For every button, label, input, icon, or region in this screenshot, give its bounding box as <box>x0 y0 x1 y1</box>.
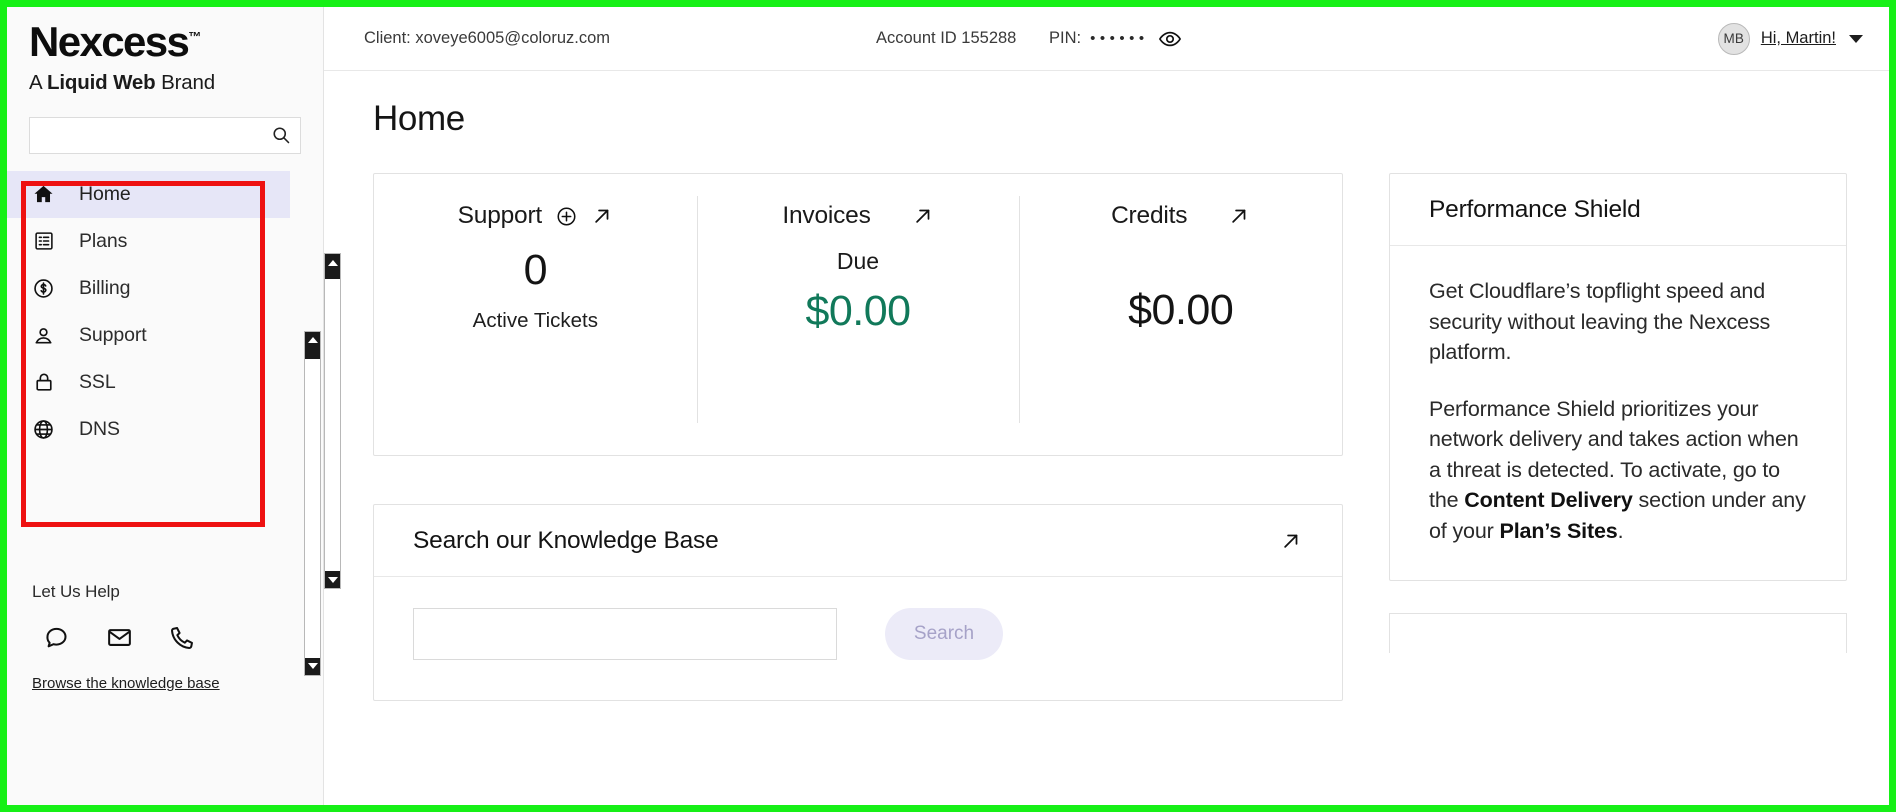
stat-value: $0.00 <box>805 287 911 335</box>
sidebar-nav-wrapper: Home Plans Billing Support SSL DNS <box>7 159 323 676</box>
dollar-circle-icon <box>32 277 55 300</box>
invoices-stat-card[interactable]: Invoices Due $0.00 <box>696 174 1020 455</box>
lower-card-peek <box>1389 613 1847 654</box>
sidebar-item-label: DNS <box>79 417 120 440</box>
brand-name-text: Nexcess <box>29 18 190 65</box>
stat-value: 0 <box>523 246 548 294</box>
sidebar-item-label: SSL <box>79 370 116 393</box>
scroll-down-button[interactable] <box>305 657 320 675</box>
performance-shield-title: Performance Shield <box>1429 195 1641 223</box>
brand-name: Nexcess™ <box>29 18 202 65</box>
plus-circle-icon[interactable] <box>555 205 578 228</box>
avatar: MB <box>1717 22 1750 55</box>
scroll-body: Home Support 0 Active Tickets Invoices D… <box>324 71 1889 805</box>
content-scrollbar[interactable] <box>324 253 341 589</box>
eye-icon[interactable] <box>1158 27 1182 51</box>
brand-logo[interactable]: Nexcess™ A Liquid Web Brand <box>7 7 323 95</box>
summary-cards: Support 0 Active Tickets Invoices Due $0… <box>373 173 1343 456</box>
sidebar-item-label: Home <box>79 182 131 205</box>
top-bar: Client: xoveye6005@coloruz.com Account I… <box>324 7 1889 71</box>
stat-title: Support <box>457 202 543 229</box>
emphasis-text: Plan’s Sites <box>1499 518 1618 543</box>
pin-masked-value: •••••• <box>1090 30 1149 47</box>
performance-shield-paragraph-1: Get Cloudflare’s topflight speed and sec… <box>1429 279 1771 365</box>
user-greeting: Hi, Martin! <box>1760 29 1836 47</box>
user-support-icon <box>32 324 55 347</box>
user-menu[interactable]: MB Hi, Martin! <box>1717 22 1863 55</box>
brand-tagline: A Liquid Web Brand <box>29 71 323 95</box>
lock-icon <box>32 371 55 394</box>
stat-sublabel: Due <box>836 248 880 274</box>
list-icon <box>32 230 55 253</box>
knowledge-base-search-button[interactable]: Search <box>885 608 1003 660</box>
page-title: Home <box>373 99 465 138</box>
let-us-help-section: Let Us Help Browse the knowledge base <box>32 582 292 693</box>
sidebar-item-ssl[interactable]: SSL <box>7 359 290 406</box>
home-icon <box>32 183 55 206</box>
arrow-up-right-icon[interactable] <box>912 205 934 227</box>
screenshot-frame: Nexcess™ A Liquid Web Brand Home Plans B… <box>0 0 1896 812</box>
let-us-help-title: Let Us Help <box>32 582 120 601</box>
performance-shield-paragraph-2: Performance Shield prioritizes your netw… <box>1429 394 1807 547</box>
sidebar-item-billing[interactable]: Billing <box>7 265 290 312</box>
tagline-bold: Liquid Web <box>46 70 156 94</box>
scroll-thumb[interactable] <box>325 271 340 279</box>
scroll-thumb[interactable] <box>305 348 320 359</box>
scroll-track[interactable] <box>305 348 320 658</box>
tagline-prefix: A <box>29 70 47 94</box>
browse-knowledge-base-link[interactable]: Browse the knowledge base <box>32 675 220 692</box>
credits-stat-card[interactable]: Credits $0.00 <box>1019 174 1342 455</box>
sidebar-item-label: Support <box>79 323 147 346</box>
knowledge-base-card: Search our Knowledge Base Search <box>373 504 1343 701</box>
stat-caption: Active Tickets <box>472 309 598 332</box>
body-text: . <box>1617 518 1624 543</box>
stat-title: Invoices <box>782 202 871 229</box>
main-area: Client: xoveye6005@coloruz.com Account I… <box>324 7 1889 805</box>
sidebar-item-home[interactable]: Home <box>7 170 290 218</box>
arrow-up-right-icon[interactable] <box>1228 205 1250 227</box>
envelope-icon[interactable] <box>106 624 133 651</box>
arrow-up-right-icon[interactable] <box>1280 530 1302 552</box>
scroll-up-button[interactable] <box>305 331 320 349</box>
sidebar-item-label: Plans <box>79 229 128 252</box>
sidebar-item-dns[interactable]: DNS <box>7 406 290 453</box>
pin-display: PIN: •••••• <box>1049 27 1182 51</box>
pin-label: PIN: <box>1049 29 1082 47</box>
sidebar-item-support[interactable]: Support <box>7 312 290 359</box>
globe-icon <box>32 418 55 441</box>
knowledge-base-search-input[interactable] <box>413 608 837 660</box>
client-email-label: Client: xoveye6005@coloruz.com <box>364 29 611 47</box>
scroll-up-button[interactable] <box>325 254 340 271</box>
scroll-track[interactable] <box>325 271 340 571</box>
tagline-suffix: Brand <box>155 70 216 94</box>
stat-title: Credits <box>1111 202 1188 229</box>
trademark-symbol: ™ <box>188 29 202 44</box>
performance-shield-card: Performance Shield Get Cloudflare’s topf… <box>1389 173 1847 582</box>
knowledge-base-title: Search our Knowledge Base <box>413 526 719 554</box>
scroll-down-button[interactable] <box>325 571 340 588</box>
search-icon[interactable] <box>271 125 291 145</box>
support-stat-card[interactable]: Support 0 Active Tickets <box>374 174 697 455</box>
arrow-up-right-icon[interactable] <box>591 205 613 227</box>
sidebar-search[interactable] <box>29 116 301 154</box>
sidebar-scrollbar[interactable] <box>304 330 321 676</box>
emphasis-text: Content Delivery <box>1464 488 1633 513</box>
sidebar: Nexcess™ A Liquid Web Brand Home Plans B… <box>7 7 324 805</box>
chat-bubble-icon[interactable] <box>43 624 70 651</box>
sidebar-search-input[interactable] <box>39 126 271 144</box>
sidebar-item-label: Billing <box>79 276 131 299</box>
stat-value: $0.00 <box>1128 286 1234 334</box>
account-id-label: Account ID 155288 <box>876 29 1017 47</box>
phone-icon[interactable] <box>169 624 196 651</box>
sidebar-nav: Home Plans Billing Support SSL DNS <box>7 159 290 505</box>
chevron-down-icon[interactable] <box>1849 34 1863 43</box>
sidebar-item-plans[interactable]: Plans <box>7 218 290 265</box>
